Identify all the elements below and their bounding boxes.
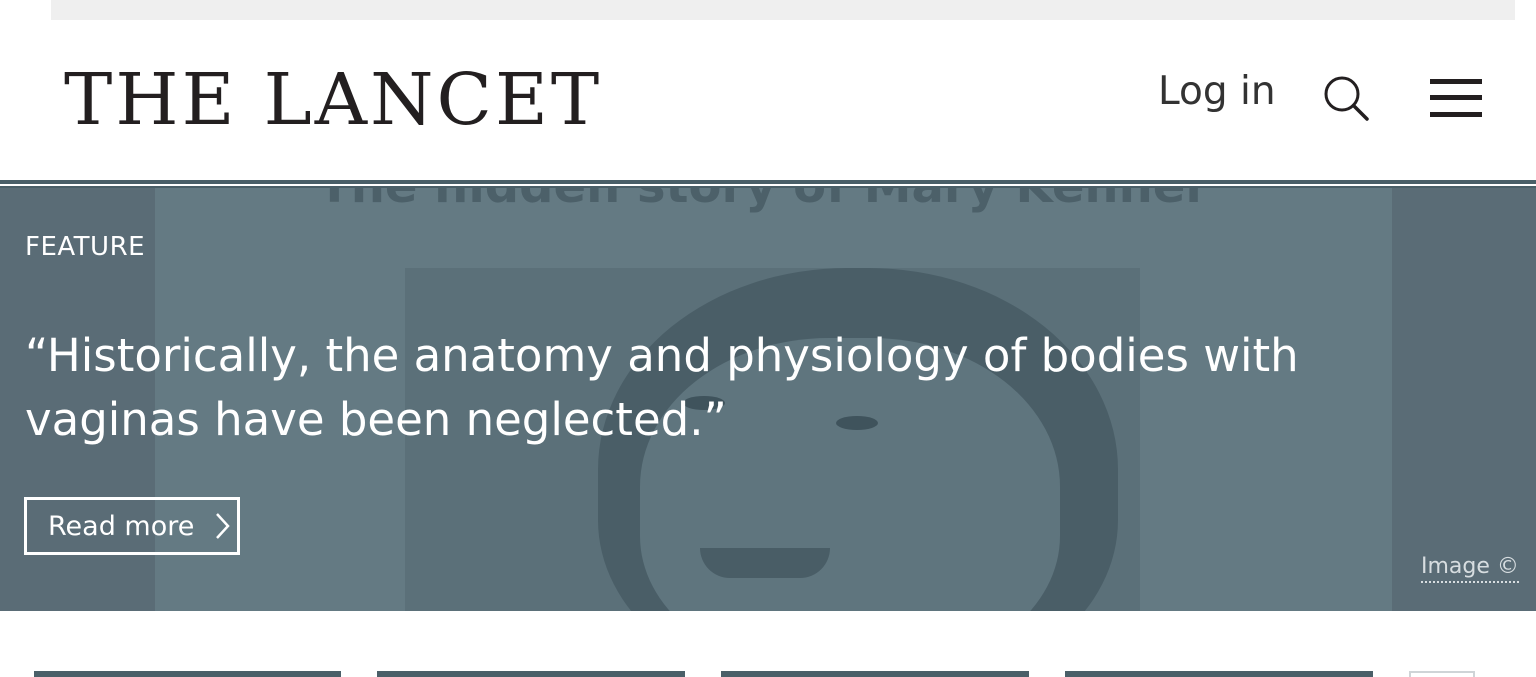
menu-bar-top — [1430, 79, 1482, 84]
read-more-label: Read more — [48, 510, 195, 542]
feature-quote[interactable]: “Historically, the anatomy and physiolog… — [25, 324, 1465, 452]
search-icon[interactable] — [1322, 74, 1370, 122]
lancet-logo[interactable]: THE LANCET — [64, 64, 602, 135]
hamburger-menu-icon[interactable] — [1430, 79, 1482, 117]
image-credit-link[interactable]: Image © — [1421, 556, 1519, 583]
menu-bar-bottom — [1430, 112, 1482, 117]
feature-hero: The hidden story of Mary Kenner FEATURE … — [0, 188, 1536, 611]
login-link[interactable]: Log in — [1158, 72, 1276, 111]
card-top-edge[interactable] — [377, 671, 685, 677]
site-header: THE LANCET Log in — [0, 20, 1536, 180]
top-strip-bar — [51, 0, 1515, 20]
hero-photo-mouth — [700, 548, 830, 578]
card-top-edge[interactable] — [1065, 671, 1373, 677]
hero-background-caption: The hidden story of Mary Kenner — [318, 188, 1209, 214]
chevron-right-icon — [216, 513, 231, 539]
card-top-edge[interactable] — [34, 671, 341, 677]
feature-category-label: FEATURE — [25, 232, 146, 262]
card-row — [0, 611, 1536, 677]
top-strip — [0, 0, 1536, 20]
read-more-button[interactable]: Read more — [24, 497, 240, 555]
card-top-edge[interactable] — [721, 671, 1029, 677]
card-top-edge-partial[interactable] — [1409, 671, 1475, 677]
menu-bar-middle — [1430, 95, 1482, 100]
header-divider — [0, 180, 1536, 184]
